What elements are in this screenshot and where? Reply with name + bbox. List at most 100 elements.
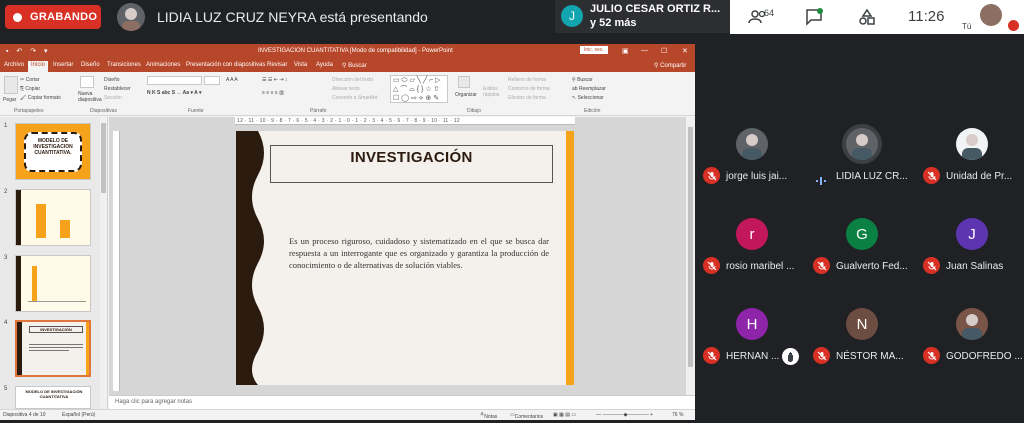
notes-pane[interactable]: Haga clic para agregar notas [109,395,695,409]
notes-button[interactable]: ≙ Notas [480,412,497,420]
text-direction-button[interactable]: Dirección del texto [332,77,373,83]
shapes-gallery[interactable]: ▭ ⬭ ▱ ╲ ╱ ⌐ ▷ △ ⌒ ⌓ { } ☆ ⇧ ☐ ◯ ⇨ ⟡ ⊕ ✎ [390,75,448,103]
paste-button[interactable]: Pegar [3,97,16,103]
quick-styles-button[interactable]: Estilos rápidos [483,86,505,98]
participant-tile[interactable]: N NÉSTOR MA... [807,298,917,368]
font-name-box[interactable] [147,76,202,85]
meet-window: GRABANDO LIDIA LUZ CRUZ NEYRA está prese… [0,0,1024,423]
participant-tile[interactable]: G Gualverto Fed... [807,208,917,278]
notification-avatar: J [561,5,583,27]
shape-outline-button[interactable]: Contorno de forma [508,86,550,92]
paragraph-align-buttons[interactable]: ≡ ≡ ≡ ≡ ▥ [262,90,284,96]
reset-button[interactable]: Restablecer [104,86,131,92]
editor-scroll-thumb[interactable] [688,127,693,367]
ruler-numbers: 12 · 11 · 10 · 9 · 8 · 7 · 6 · 5 · 4 · 3… [237,118,461,124]
view-buttons[interactable]: ▣ ▦ ▤ ▭ [553,412,576,418]
activities-icon[interactable] [857,7,877,27]
arrange-button[interactable]: Organizar [455,92,477,98]
title-box[interactable]: INVESTIGACIÓN [270,145,553,183]
participant-avatar [736,128,768,160]
new-slide-icon[interactable] [80,76,94,88]
tab-ayuda[interactable]: Ayuda [316,62,333,68]
language-indicator[interactable]: Español (Perú) [62,412,95,418]
clock: 11:26 [908,8,945,25]
signin-button[interactable]: Inic. ses. [580,46,608,54]
minimize-icon[interactable]: — [641,47,648,54]
zoom-level[interactable]: 76 % [672,412,683,418]
paragraph-list-buttons[interactable]: ☰ ☰ ⇤ ⇥ ↕ [262,77,287,83]
tab-diseno[interactable]: Diseño [81,62,100,68]
slide-body[interactable]: Es un proceso riguroso, cuidadoso y sist… [289,235,549,271]
find-label: Buscar [577,77,593,83]
share-button[interactable]: ⚲ Compartir [654,62,686,69]
find-button[interactable]: ⚲ Buscar [572,77,593,83]
shape-effects-button[interactable]: Efectos de forma [508,95,546,101]
participant-tile[interactable]: GODOFREDO ... [917,298,1024,368]
tab-presentacion[interactable]: Presentación con diapositivas [186,62,265,68]
tab-insertar[interactable]: Insertar [53,62,73,68]
zoom-slider[interactable]: — ──────◆────── + [596,412,653,418]
mic-off-icon [923,347,940,364]
slide-thumbnail-4[interactable]: INVESTIGACIÓN [15,320,91,377]
font-size-buttons[interactable]: A A A [226,77,238,83]
shape-fill-button[interactable]: Relleno de forma [508,77,546,83]
cut-button[interactable]: ✂ Cortar [20,77,40,83]
section-button[interactable]: Sección [104,95,122,101]
slide-thumbnail-1[interactable]: MODELO DE INVESTIGACION CUANTITATIVA. [15,123,91,180]
tab-transiciones[interactable]: Transiciones [107,62,141,68]
participant-name: HERNAN ... [726,351,780,362]
layout-button[interactable]: Diseño [104,77,120,83]
slide-thumbnail-2[interactable] [15,189,91,246]
presenter-avatar [117,3,145,31]
editor-scrollbar[interactable] [686,117,695,395]
tab-vista[interactable]: Vista [294,62,307,68]
thumb-bar [32,266,37,301]
current-slide[interactable]: INVESTIGACIÓN Es un proceso riguroso, cu… [236,131,574,385]
tab-animaciones[interactable]: Animaciones [146,62,180,68]
participant-name: NÉSTOR MA... [836,351,904,362]
slide-title: INVESTIGACIÓN [350,149,473,166]
participant-avatar: H [736,308,768,340]
tab-inicio[interactable]: Inicio [28,61,49,72]
tab-buscar[interactable]: ⚲ Buscar [342,62,367,69]
participant-tile[interactable]: J Juan Salinas [917,208,1024,278]
slide-editor: 12 · 11 · 10 · 9 · 8 · 7 · 6 · 5 · 4 · 3… [109,117,695,395]
chat-icon[interactable] [804,7,824,27]
close-icon[interactable]: ✕ [682,47,688,55]
self-avatar[interactable] [980,4,1002,26]
slide-thumbnail-5[interactable]: MODELO DE INVESTIGACIÓN CUANTITATIVA [15,386,91,409]
thumbnails-scrollbar[interactable] [100,117,107,409]
self-mic-off-icon [1008,20,1019,31]
participant-avatar [846,128,878,160]
thumb-number: 2 [4,189,8,195]
arrange-icon[interactable] [458,76,470,88]
comments-button[interactable]: ▭ Comentarios [510,412,543,420]
participant-name: Gualverto Fed... [836,261,908,272]
tab-archivo[interactable]: Archivo [4,62,24,68]
align-text-button[interactable]: Alinear texto [332,86,360,92]
replace-button[interactable]: ab Reemplazar [572,86,606,92]
participant-tile[interactable]: jorge luis jai... [697,118,807,188]
recording-badge[interactable]: GRABANDO [5,5,101,29]
font-format-buttons[interactable]: N K S abc S ↔ Aa ▾ A ▾ [147,90,201,96]
select-button[interactable]: ↖ Seleccionar [572,95,604,101]
join-notification[interactable]: J JULIO CESAR ORTIZ R... y 52 más [555,0,730,33]
font-size-box[interactable] [204,76,220,85]
quick-access-icons[interactable]: ▪ ↶ ↷ ▾ [6,47,51,55]
participant-tile[interactable]: Unidad de Pr... [917,118,1024,188]
thumbnails-scroll-thumb[interactable] [101,123,106,193]
format-painter-button[interactable]: 🖌 Copiar formato [20,95,61,101]
participant-tile[interactable]: LIDIA LUZ CR... [807,118,917,188]
participant-tile[interactable]: r rosio maribel ... [697,208,807,278]
copy-button[interactable]: ⎘ Copiar [20,86,40,92]
mic-off-icon [703,347,720,364]
participant-tile[interactable]: H HERNAN ... [697,298,807,368]
ribbon-options-icon[interactable]: ▣ [622,47,629,55]
thumb-border [16,256,21,311]
tab-revisar[interactable]: Revisar [267,62,287,68]
maximize-icon[interactable]: ☐ [661,47,667,55]
new-slide-button[interactable]: Nueva diapositiva [78,91,102,103]
paste-icon[interactable] [4,76,18,94]
slide-thumbnail-3[interactable] [15,255,91,312]
smartart-button[interactable]: Convertir a SmartArt [332,95,378,101]
